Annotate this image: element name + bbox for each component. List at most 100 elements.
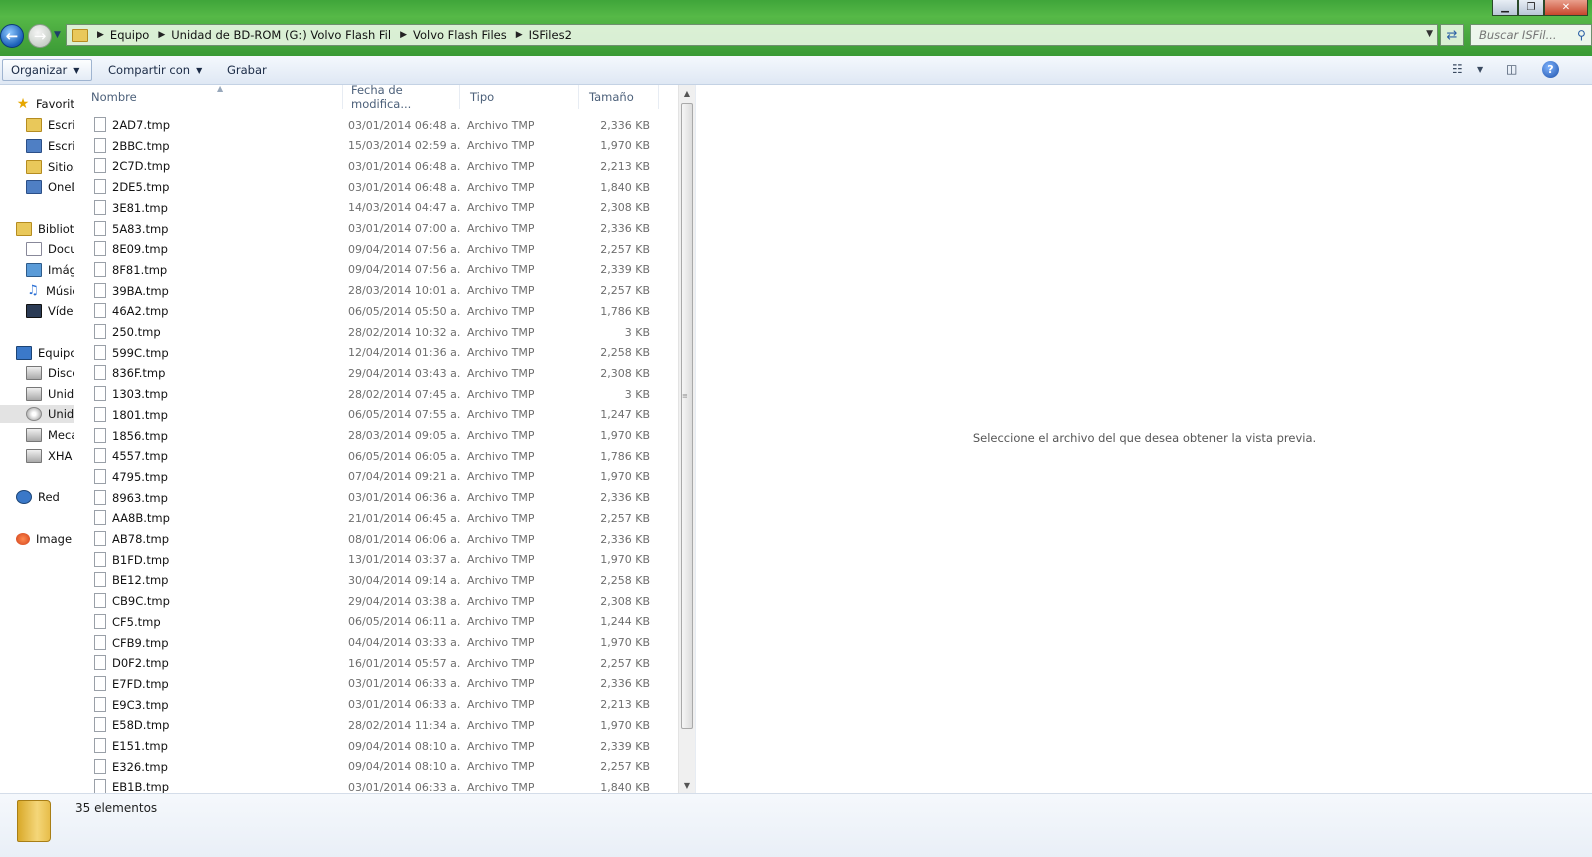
file-row[interactable]: D0F2.tmp 16/01/2014 05:57 a... Archivo TMP…	[74, 653, 678, 673]
file-row[interactable]: 46A2.tmp 06/05/2014 05:50 a... Archivo TMP…	[74, 301, 678, 321]
column-header-name[interactable]: Nombre ▲	[81, 85, 343, 109]
file-size: 2,336 KB	[600, 118, 650, 132]
file-row[interactable]: E7FD.tmp 03/01/2014 06:33 a... Archivo TMP…	[74, 674, 678, 694]
file-row[interactable]: 2C7D.tmp 03/01/2014 06:48 a... Archivo TMP…	[74, 156, 678, 176]
file-icon	[94, 241, 106, 257]
nav-mechanical-drive[interactable]: Mecánica	[26, 426, 74, 444]
file-row[interactable]: AB78.tmp 08/01/2014 06:06 a... Archivo TMP…	[74, 529, 678, 549]
share-with-button[interactable]: Compartir con ▼	[100, 59, 210, 81]
nav-label: OneDrive	[48, 180, 74, 194]
file-row[interactable]: CF5.tmp 06/05/2014 06:11 a... Archivo TMP 1…	[74, 612, 678, 632]
file-row[interactable]: E9C3.tmp 03/01/2014 06:33 a... Archivo TMP…	[74, 695, 678, 715]
chevron-right-icon[interactable]: ▶	[516, 30, 523, 40]
address-bar[interactable]: ▶ Equipo ▶ Unidad de BD-ROM (G:) Volvo F…	[66, 24, 1438, 46]
refresh-button[interactable]: ⇄	[1440, 24, 1464, 46]
recent-pages-dropdown[interactable]: ▼	[54, 30, 61, 40]
scrollbar-thumb[interactable]	[681, 103, 693, 729]
nav-onedrive[interactable]: OneDrive	[26, 178, 74, 196]
file-icon	[94, 137, 106, 153]
breadcrumb-drive[interactable]: Unidad de BD-ROM (G:) Volvo Flash Fil	[171, 28, 391, 42]
file-list-scrollbar[interactable]: ▲ ≡ ▼	[678, 85, 695, 793]
file-row[interactable]: 8F81.tmp 09/04/2014 07:56 a... Archivo TMP…	[74, 260, 678, 280]
file-icon	[94, 158, 106, 174]
file-row[interactable]: E326.tmp 09/04/2014 08:10 a... Archivo TMP…	[74, 757, 678, 777]
scroll-down-icon[interactable]: ▼	[679, 777, 695, 793]
file-row[interactable]: EB1B.tmp 03/01/2014 06:33 a... Archivo TMP…	[74, 777, 678, 793]
file-row[interactable]: 39BA.tmp 28/03/2014 10:01 a... Archivo TMP…	[74, 281, 678, 301]
file-row[interactable]: 1856.tmp 28/03/2014 09:05 a... Archivo TMP…	[74, 426, 678, 446]
file-row[interactable]: E58D.tmp 28/02/2014 11:34 a... Archivo TMP…	[74, 715, 678, 735]
nav-bdrom-drive[interactable]: Unidad	[0, 405, 74, 423]
file-row[interactable]: 836F.tmp 29/04/2014 03:43 a... Archivo TMP…	[74, 363, 678, 383]
chevron-right-icon[interactable]: ▶	[400, 30, 407, 40]
search-icon[interactable]: ⚲	[1577, 28, 1586, 42]
scroll-up-icon[interactable]: ▲	[679, 85, 695, 101]
preview-pane-icon[interactable]: ◫	[1506, 62, 1517, 76]
file-row[interactable]: 3E81.tmp 14/03/2014 04:47 a... Archivo TMP…	[74, 198, 678, 218]
forward-button[interactable]: →	[28, 24, 52, 48]
nav-desktop-2[interactable]: Escritorio	[26, 137, 74, 155]
nav-pictures[interactable]: Imágenes	[26, 261, 74, 279]
help-icon[interactable]: ?	[1542, 61, 1559, 78]
breadcrumb-equipo[interactable]: Equipo	[110, 28, 149, 42]
search-box[interactable]: ⚲	[1470, 24, 1592, 46]
search-input[interactable]	[1471, 27, 1575, 43]
file-type: Archivo TMP	[467, 242, 535, 256]
burn-button[interactable]: Grabar	[219, 59, 275, 81]
organize-button[interactable]: Organizar ▼	[2, 59, 92, 81]
nav-drive-unit[interactable]: Unidad	[26, 385, 74, 403]
column-size-label: Tamaño	[589, 90, 634, 104]
file-row[interactable]: B1FD.tmp 13/01/2014 03:37 a... Archivo TMP…	[74, 550, 678, 570]
file-row[interactable]: 2BBC.tmp 15/03/2014 02:59 a... Archivo TMP…	[74, 136, 678, 156]
nav-computer[interactable]: Equipo	[16, 344, 74, 362]
view-options-icon[interactable]: ☷	[1452, 62, 1463, 76]
nav-libraries[interactable]: Bibliotecas	[16, 220, 74, 238]
file-row[interactable]: CFB9.tmp 04/04/2014 03:33 a... Archivo TMP…	[74, 633, 678, 653]
maximize-button[interactable]: ❐	[1518, 0, 1544, 16]
nav-documents[interactable]: Documentos	[26, 240, 74, 258]
file-row[interactable]: 599C.tmp 12/04/2014 01:36 a... Archivo TMP…	[74, 343, 678, 363]
chevron-down-icon[interactable]: ▼	[1477, 65, 1483, 74]
column-header-date[interactable]: Fecha de modifica...	[341, 85, 460, 111]
chevron-right-icon[interactable]: ▶	[97, 30, 104, 40]
file-row[interactable]: 8963.tmp 03/01/2014 06:36 a... Archivo TMP…	[74, 488, 678, 508]
column-header-size[interactable]: Tamaño	[579, 85, 659, 109]
nav-image-app[interactable]: Image	[16, 530, 72, 548]
nav-recent-places[interactable]: Sitios	[26, 158, 74, 176]
app-icon	[16, 533, 30, 545]
file-row[interactable]: BE12.tmp 30/04/2014 09:14 a... Archivo TMP…	[74, 570, 678, 590]
nav-music[interactable]: ♫ Música	[26, 282, 74, 300]
nav-network[interactable]: Red	[16, 488, 60, 506]
file-icon	[94, 613, 106, 629]
file-row[interactable]: 1801.tmp 06/05/2014 07:55 a... Archivo TMP…	[74, 405, 678, 425]
file-size: 1,840 KB	[600, 180, 650, 194]
nav-favorites[interactable]: ★ Favoritos	[16, 95, 74, 113]
file-type: Archivo TMP	[467, 780, 535, 793]
chevron-right-icon[interactable]: ▶	[158, 30, 165, 40]
file-icon	[94, 489, 106, 505]
breadcrumb-isfiles2[interactable]: ISFiles2	[529, 28, 572, 42]
file-row[interactable]: 1303.tmp 28/02/2014 07:45 a... Archivo TMP…	[74, 384, 678, 404]
back-button[interactable]: ←	[0, 24, 24, 48]
nav-videos[interactable]: Vídeos	[26, 302, 74, 320]
file-icon	[94, 758, 106, 774]
column-header-type[interactable]: Tipo	[460, 85, 579, 109]
file-row[interactable]: E151.tmp 09/04/2014 08:10 a... Archivo TMP…	[74, 736, 678, 756]
close-button[interactable]: ✕	[1544, 0, 1588, 16]
file-row[interactable]: 4795.tmp 07/04/2014 09:21 a... Archivo TMP…	[74, 467, 678, 487]
file-row[interactable]: 2AD7.tmp 03/01/2014 06:48 a... Archivo TMP…	[74, 115, 678, 135]
file-size: 1,786 KB	[600, 449, 650, 463]
minimize-button[interactable]: ▁	[1492, 0, 1518, 16]
file-row[interactable]: AA8B.tmp 21/01/2014 06:45 a... Archivo TMP…	[74, 508, 678, 528]
file-row[interactable]: 5A83.tmp 03/01/2014 07:00 a... Archivo TMP…	[74, 219, 678, 239]
nav-local-disk[interactable]: Disco local	[26, 364, 74, 382]
file-row[interactable]: 2DE5.tmp 03/01/2014 06:48 a... Archivo TMP…	[74, 177, 678, 197]
breadcrumb-volvo-flash-files[interactable]: Volvo Flash Files	[413, 28, 507, 42]
file-row[interactable]: 8E09.tmp 09/04/2014 07:56 a... Archivo TMP…	[74, 239, 678, 259]
nav-desktop[interactable]: Escritorio	[26, 116, 74, 134]
nav-xha-drive[interactable]: XHA	[26, 447, 72, 465]
file-row[interactable]: 4557.tmp 06/05/2014 06:05 a... Archivo TMP…	[74, 446, 678, 466]
chevron-down-icon[interactable]: ▼	[1426, 29, 1433, 39]
file-row[interactable]: CB9C.tmp 29/04/2014 03:38 a... Archivo TMP…	[74, 591, 678, 611]
file-row[interactable]: 250.tmp 28/02/2014 10:32 a... Archivo TMP 3…	[74, 322, 678, 342]
